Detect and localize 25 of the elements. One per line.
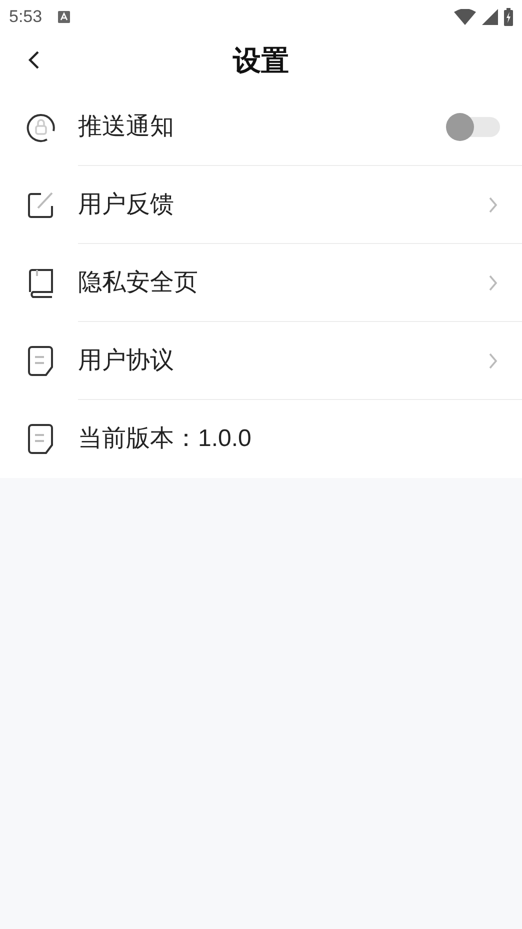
edit-icon <box>27 191 55 219</box>
chevron-right-icon <box>488 352 498 370</box>
settings-row[interactable]: 当前版本：1.0.0 <box>0 400 522 478</box>
row-label: 隐私安全页 <box>78 268 198 298</box>
book-icon <box>27 268 55 298</box>
settings-row[interactable]: 用户协议 <box>0 322 522 400</box>
back-icon <box>28 50 40 70</box>
document-icon <box>27 345 55 377</box>
wifi-icon <box>454 9 476 25</box>
status-time: 5:53 <box>9 6 42 28</box>
battery-icon <box>504 8 513 26</box>
chevron-right-icon <box>488 196 498 214</box>
document-icon <box>27 423 55 455</box>
row-label: 用户协议 <box>78 346 174 376</box>
row-label: 推送通知 <box>78 112 174 142</box>
row-label: 当前版本：1.0.0 <box>78 424 252 454</box>
settings-row[interactable]: 隐私安全页 <box>0 244 522 322</box>
signal-icon <box>482 9 498 25</box>
row-label: 用户反馈 <box>78 190 174 220</box>
page-title: 设置 <box>233 44 289 78</box>
chevron-right-icon <box>488 274 498 292</box>
lock-icon <box>25 111 57 143</box>
notification-icon <box>58 11 70 23</box>
settings-row[interactable]: 用户反馈 <box>0 166 522 244</box>
settings-row[interactable]: 推送通知 <box>0 88 522 166</box>
